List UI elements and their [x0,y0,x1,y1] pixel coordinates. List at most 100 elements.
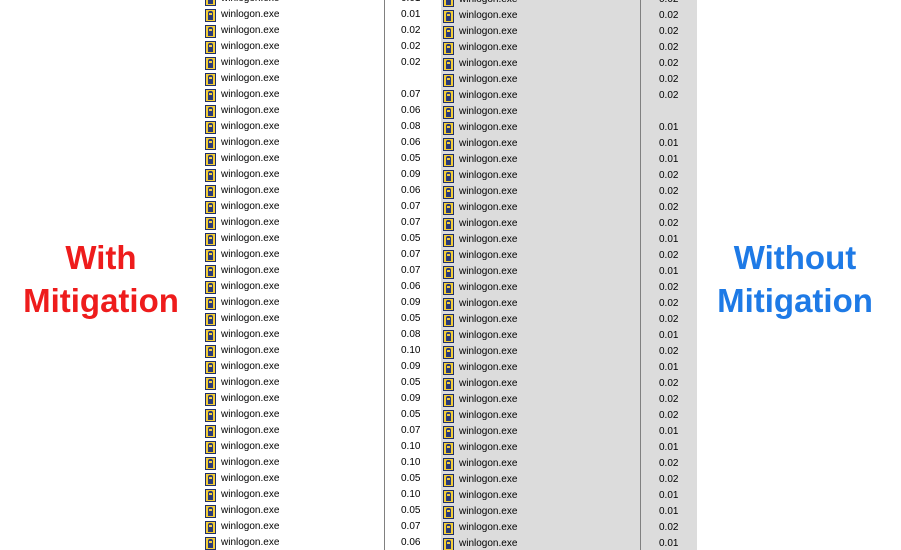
winlogon-process-icon [443,426,454,439]
cpu-usage: 0.01 [659,442,679,453]
process-row[interactable]: winlogon.exe 0.02 [441,184,697,200]
process-row[interactable]: winlogon.exe 0.09 [203,167,438,183]
cpu-usage: 0.01 [659,266,679,277]
cpu-usage: 0.02 [659,202,679,213]
process-row[interactable]: winlogon.exe 0.09 [203,359,438,375]
process-row[interactable]: winlogon.exe 0.09 [203,295,438,311]
cpu-usage: 0.10 [401,457,421,468]
process-row[interactable]: winlogon.exe 0.07 [203,215,438,231]
process-row[interactable]: winlogon.exe 0.01 [441,136,697,152]
process-row[interactable]: winlogon.exe 0.05 [203,311,438,327]
process-row[interactable]: winlogon.exe 0.10 [203,487,438,503]
process-row[interactable]: winlogon.exe [203,71,438,87]
process-row[interactable]: winlogon.exe 0.10 [203,343,438,359]
winlogon-process-icon [443,202,454,215]
process-row[interactable]: winlogon.exe 0.08 [203,119,438,135]
process-row[interactable]: winlogon.exe 0.01 [203,7,438,23]
process-row[interactable]: winlogon.exe 0.02 [441,8,697,24]
process-row[interactable]: winlogon.exe 0.02 [203,55,438,71]
process-row[interactable]: winlogon.exe 0.01 [441,424,697,440]
process-row[interactable]: winlogon.exe 0.07 [203,519,438,535]
process-row[interactable]: winlogon.exe 0.02 [441,40,697,56]
process-row[interactable]: winlogon.exe 0.01 [441,536,697,550]
process-name: winlogon.exe [459,138,518,149]
process-row[interactable]: winlogon.exe 0.06 [203,183,438,199]
process-name: winlogon.exe [221,153,280,164]
process-row[interactable]: winlogon.exe 0.01 [441,120,697,136]
process-row[interactable]: winlogon.exe 0.02 [441,200,697,216]
process-row[interactable]: winlogon.exe 0.05 [203,151,438,167]
process-row[interactable]: winlogon.exe 0.08 [203,327,438,343]
cpu-usage: 0.10 [401,441,421,452]
process-row[interactable]: winlogon.exe 0.01 [441,488,697,504]
process-row[interactable]: winlogon.exe 0.06 [203,103,438,119]
winlogon-process-icon [443,474,454,487]
process-name: winlogon.exe [459,490,518,501]
cpu-usage: 0.09 [401,361,421,372]
process-row[interactable]: winlogon.exe 0.02 [441,216,697,232]
process-row[interactable]: winlogon.exe 0.02 [203,39,438,55]
process-name: winlogon.exe [459,314,518,325]
process-row[interactable]: winlogon.exe 0.07 [203,199,438,215]
cpu-usage: 0.02 [659,410,679,421]
cpu-usage: 0.07 [401,201,421,212]
process-row[interactable]: winlogon.exe 0.07 [203,423,438,439]
process-row[interactable]: winlogon.exe 0.01 [441,152,697,168]
process-row[interactable]: winlogon.exe 0.02 [441,312,697,328]
process-name: winlogon.exe [459,122,518,133]
process-row[interactable]: winlogon.exe 0.02 [441,472,697,488]
cpu-usage: 0.05 [401,377,421,388]
process-row[interactable]: winlogon.exe 0.05 [203,471,438,487]
process-row[interactable]: winlogon.exe 0.02 [441,296,697,312]
cpu-usage: 0.01 [659,538,679,549]
process-name: winlogon.exe [221,73,280,84]
process-row[interactable]: winlogon.exe 0.02 [441,520,697,536]
process-row[interactable]: winlogon.exe 0.01 [441,440,697,456]
process-row[interactable]: winlogon.exe 0.02 [441,56,697,72]
process-row[interactable]: winlogon.exe 0.05 [203,231,438,247]
process-row[interactable]: winlogon.exe 0.02 [441,72,697,88]
winlogon-process-icon [205,121,216,134]
process-row[interactable]: winlogon.exe 0.02 [203,23,438,39]
winlogon-process-icon [205,457,216,470]
process-row[interactable]: winlogon.exe 0.02 [441,168,697,184]
process-row[interactable]: winlogon.exe 0.07 [203,87,438,103]
process-row[interactable]: winlogon.exe 0.05 [203,375,438,391]
process-row[interactable]: winlogon.exe 0.05 [203,503,438,519]
process-row[interactable]: winlogon.exe 0.06 [203,279,438,295]
process-row[interactable]: winlogon.exe 0.06 [203,535,438,550]
process-row[interactable]: winlogon.exe 0.02 [441,24,697,40]
process-row[interactable]: winlogon.exe 0.02 [441,456,697,472]
process-row[interactable]: winlogon.exe 0.02 [441,248,697,264]
process-row[interactable]: winlogon.exe 0.10 [203,439,438,455]
process-name: winlogon.exe [221,25,280,36]
process-row[interactable]: winlogon.exe 0.02 [441,88,697,104]
process-row[interactable]: winlogon.exe 0.07 [203,247,438,263]
winlogon-process-icon [205,41,216,54]
process-row[interactable]: winlogon.exe 0.09 [203,391,438,407]
cpu-usage: 0.02 [659,282,679,293]
cpu-usage: 0.05 [401,473,421,484]
process-row[interactable]: winlogon.exe 0.05 [203,407,438,423]
process-row[interactable]: winlogon.exe 0.02 [441,280,697,296]
process-row[interactable]: winlogon.exe 0.02 [441,376,697,392]
process-row[interactable]: winlogon.exe 0.02 [441,344,697,360]
process-row[interactable]: winlogon.exe 0.01 [203,0,438,7]
process-row[interactable]: winlogon.exe 0.02 [441,392,697,408]
process-row[interactable]: winlogon.exe 0.10 [203,455,438,471]
process-row[interactable]: winlogon.exe 0.07 [203,263,438,279]
process-row[interactable]: winlogon.exe [441,104,697,120]
process-row[interactable]: winlogon.exe 0.02 [441,408,697,424]
process-row[interactable]: winlogon.exe 0.01 [441,264,697,280]
cpu-usage: 0.07 [401,89,421,100]
process-row[interactable]: winlogon.exe 0.01 [441,328,697,344]
process-row[interactable]: winlogon.exe 0.06 [203,135,438,151]
process-row[interactable]: winlogon.exe 0.02 [441,0,697,8]
winlogon-process-icon [205,345,216,358]
process-row[interactable]: winlogon.exe 0.01 [441,504,697,520]
cpu-usage: 0.01 [659,490,679,501]
process-name: winlogon.exe [221,409,280,420]
cpu-usage: 0.07 [401,249,421,260]
process-row[interactable]: winlogon.exe 0.01 [441,360,697,376]
process-row[interactable]: winlogon.exe 0.01 [441,232,697,248]
